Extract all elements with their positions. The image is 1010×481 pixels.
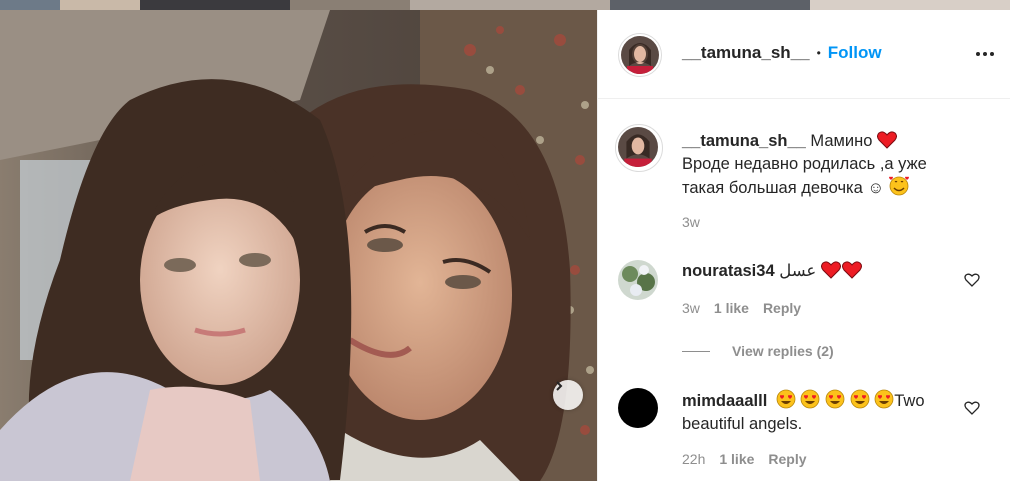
background-strip xyxy=(0,0,1010,10)
post-side-panel: __tamuna_sh__ • Follow __tamuna_sh__ Мам… xyxy=(597,10,1010,481)
more-dot-icon xyxy=(983,52,987,56)
comment-text: nouratasi34 عسل xyxy=(682,260,863,283)
comment-meta: 3w 1 like Reply xyxy=(682,300,801,316)
comment-username[interactable]: mimdaaalll xyxy=(682,392,767,410)
view-replies-button[interactable]: View replies (2) xyxy=(732,343,834,359)
caption-time[interactable]: 3w xyxy=(682,214,700,230)
more-dot-icon xyxy=(976,52,980,56)
heart-eyes-emojis xyxy=(776,389,894,410)
post-header: __tamuna_sh__ • Follow xyxy=(598,10,1010,99)
header-username[interactable]: __tamuna_sh__ xyxy=(682,43,810,63)
comment-time[interactable]: 22h xyxy=(682,451,705,467)
comment-text: mimdaaalll Two beautiful angels. xyxy=(682,389,952,436)
red-heart-icon xyxy=(876,131,897,149)
heart-eyes-icon xyxy=(825,389,845,409)
heart-eyes-icon xyxy=(850,389,870,409)
red-heart-icon xyxy=(820,261,841,279)
comment-body-line2: beautiful angels. xyxy=(682,415,803,433)
comment-reply-button[interactable]: Reply xyxy=(768,451,806,467)
like-comment-heart-icon[interactable] xyxy=(964,400,980,416)
comment-time[interactable]: 3w xyxy=(682,300,700,316)
caption-avatar[interactable] xyxy=(618,127,658,167)
comment-avatar[interactable] xyxy=(618,260,658,300)
comment-username[interactable]: nouratasi34 xyxy=(682,262,775,280)
more-dot-icon xyxy=(990,52,994,56)
comment-likes[interactable]: 1 like xyxy=(719,451,754,467)
comment-avatar[interactable] xyxy=(618,388,658,428)
comment-body: عسل xyxy=(779,262,817,280)
caption: __tamuna_sh__ Мамино Вроде недавно родил… xyxy=(682,130,992,200)
avatar-image xyxy=(618,127,658,167)
comment-reply-button[interactable]: Reply xyxy=(763,300,801,316)
post-photo[interactable] xyxy=(0,10,597,481)
more-options-button[interactable] xyxy=(976,44,998,64)
caption-username[interactable]: __tamuna_sh__ xyxy=(682,132,806,150)
replies-line xyxy=(682,351,710,352)
selfie-image xyxy=(0,10,597,481)
follow-button[interactable]: Follow xyxy=(828,43,882,63)
heart-eyes-icon xyxy=(801,389,820,409)
comment-likes[interactable]: 1 like xyxy=(714,300,749,316)
comment-meta: 22h 1 like Reply xyxy=(682,451,807,467)
avatar-image xyxy=(618,260,658,300)
like-comment-heart-icon[interactable] xyxy=(964,272,980,288)
separator-dot: • xyxy=(816,46,821,60)
caption-line1: Мамино xyxy=(810,132,873,150)
avatar[interactable] xyxy=(621,36,659,74)
next-image-button[interactable] xyxy=(553,380,583,410)
red-heart-icon xyxy=(841,261,862,279)
caption-line3: такая большая девочка ☺ xyxy=(682,179,885,197)
heart-eyes-icon xyxy=(776,389,796,409)
heart-eyes-icon xyxy=(874,389,894,409)
chevron-right-icon xyxy=(556,381,563,391)
avatar-image xyxy=(621,36,659,74)
caption-line2: Вроде недавно родилась ,а уже xyxy=(682,155,927,173)
smiling-face-with-hearts-icon xyxy=(888,176,909,196)
comment-body: Two xyxy=(894,392,925,410)
